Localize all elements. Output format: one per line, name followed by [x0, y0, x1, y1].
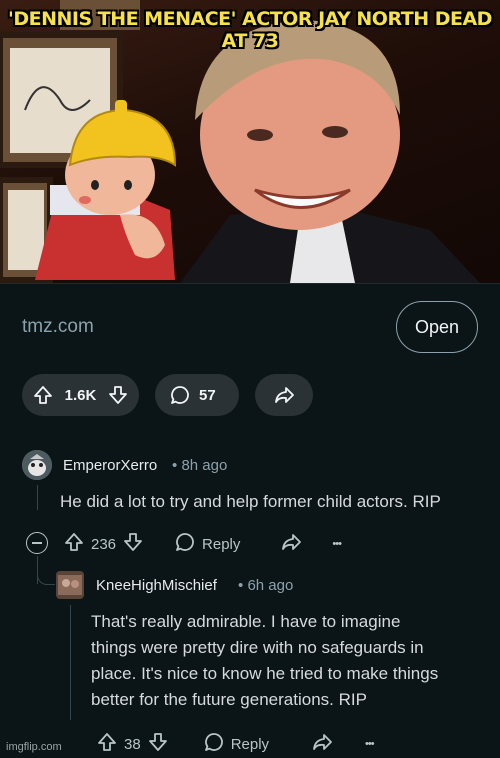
reply-button[interactable]: Reply: [174, 531, 240, 557]
watermark: imgflip.com: [6, 741, 62, 753]
comment-icon: [169, 384, 191, 406]
comment-body: That's really admirable. I have to imagi…: [91, 609, 491, 713]
post-score: 1.6K: [64, 386, 97, 404]
comment-score: 38: [124, 735, 141, 753]
reply-label: Reply: [202, 535, 241, 553]
upvote-icon[interactable]: [32, 384, 54, 406]
collapse-icon[interactable]: [26, 532, 48, 554]
upvote-icon[interactable]: [96, 731, 118, 757]
more-icon[interactable]: •••: [365, 738, 375, 750]
comment-score: 236: [91, 535, 117, 553]
avatar[interactable]: [56, 571, 84, 599]
reply-button[interactable]: Reply: [203, 731, 269, 757]
comment-time: 6h ago: [247, 577, 294, 594]
headline-line-2: AT 73: [221, 30, 279, 52]
comment-body-line: better for the future generations. RIP: [91, 690, 367, 709]
share-icon[interactable]: [311, 731, 333, 757]
share-button[interactable]: [255, 374, 313, 416]
comments-button[interactable]: 57: [155, 374, 239, 416]
thread-connector: [37, 570, 55, 585]
comment-meta: • 8h ago: [172, 457, 227, 474]
headline-line-1: 'DENNIS THE MENACE' ACTOR JAY NORTH DEAD: [8, 8, 492, 30]
upvote-icon[interactable]: [63, 531, 85, 557]
comment-actions: 38 Reply •••: [96, 731, 375, 757]
comment-count: 57: [199, 386, 216, 404]
thread-line: [70, 605, 71, 720]
post-actions: 1.6K 57: [0, 369, 500, 429]
downvote-icon[interactable]: [147, 731, 169, 757]
share-icon[interactable]: [280, 531, 302, 557]
comment-time: 8h ago: [181, 457, 228, 474]
comment-actions: 236 Reply •••: [63, 531, 342, 557]
link-domain[interactable]: tmz.com: [22, 316, 94, 338]
open-link-button[interactable]: Open: [396, 301, 478, 353]
share-icon: [273, 384, 295, 406]
comment-body-line: place. It's nice to know he tried to mak…: [91, 664, 439, 683]
vote-pill: 1.6K: [22, 374, 139, 416]
comment-body-line: things were pretty dire with no safeguar…: [91, 638, 424, 657]
avatar[interactable]: [22, 450, 52, 480]
comment-meta: • 6h ago: [238, 577, 293, 594]
comment-body: He did a lot to try and help former chil…: [60, 492, 441, 511]
post-headline: 'DENNIS THE MENACE' ACTOR JAY NORTH DEAD…: [0, 8, 500, 52]
reply-label: Reply: [230, 735, 270, 753]
more-icon[interactable]: •••: [332, 538, 342, 550]
link-bar: tmz.com Open: [0, 283, 500, 369]
meta-separator: •: [172, 457, 178, 474]
comment-icon: [174, 531, 196, 557]
comment-author[interactable]: KneeHighMischief: [96, 577, 217, 594]
comment-author[interactable]: EmperorXerro: [63, 457, 157, 474]
thread-line: [37, 485, 38, 510]
meta-separator: •: [238, 577, 244, 594]
comment-icon: [203, 731, 225, 757]
downvote-icon[interactable]: [107, 384, 129, 406]
comment-body-line: That's really admirable. I have to imagi…: [91, 612, 401, 631]
downvote-icon[interactable]: [122, 531, 144, 557]
post-image[interactable]: 'DENNIS THE MENACE' ACTOR JAY NORTH DEAD…: [0, 0, 500, 283]
